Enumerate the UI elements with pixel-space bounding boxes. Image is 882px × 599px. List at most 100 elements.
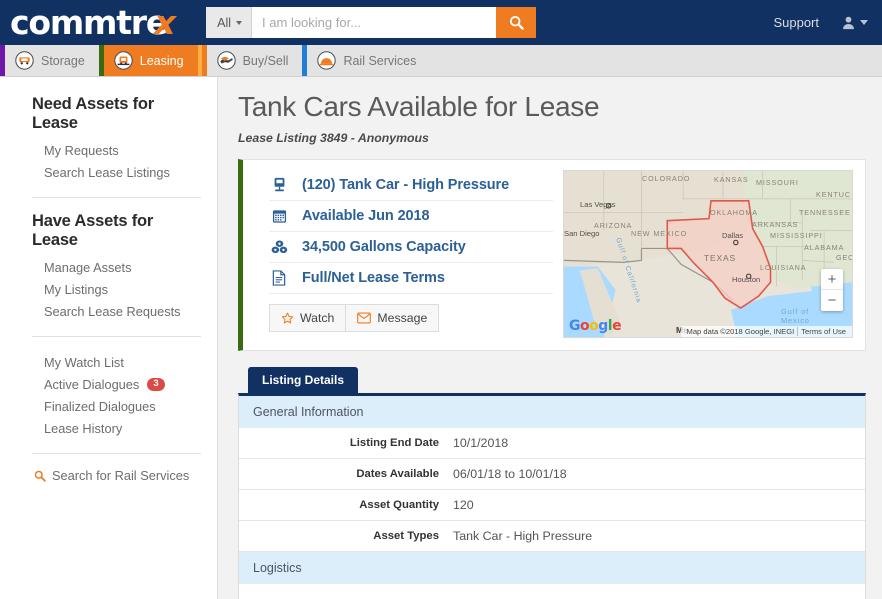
sidebar-item-search-rail-services-label: Search for Rail Services: [52, 468, 190, 483]
user-icon: [843, 16, 854, 30]
map-attribution-text: Map data ©2018 Google, INEGI: [686, 327, 795, 337]
map-water-gulf-of-mexico: Gulf of Mexico: [781, 307, 810, 326]
commtrex-logo[interactable]: commtrex: [10, 3, 180, 42]
row-label: Listing End Date: [349, 437, 439, 450]
search-category-dropdown[interactable]: All: [206, 7, 253, 38]
map-label-louisiana: LOUISIANA: [760, 263, 807, 273]
search-submit-button[interactable]: [496, 7, 537, 38]
sidebar-item-search-rail-services[interactable]: Search for Rail Services: [16, 468, 201, 483]
search-icon: [34, 470, 46, 482]
table-row: Asset Types Tank Car - High Pressure: [239, 521, 865, 553]
chevron-down-icon: [236, 20, 243, 25]
sidebar-heading-need-assets: Need Assets for Lease: [32, 95, 155, 132]
document-icon: [269, 270, 289, 286]
listing-actions: Watch Message: [269, 304, 553, 333]
google-logo: Google: [569, 318, 622, 335]
row-value: 10/1/2018: [453, 436, 509, 451]
row-label: Asset Types: [373, 530, 439, 543]
sidebar-divider-1: [32, 197, 201, 198]
row-label: Asset Quantity: [359, 499, 439, 512]
section-tab-storage-label: Storage: [41, 53, 85, 68]
feature-availability: Available Jun 2018: [269, 201, 553, 233]
support-link[interactable]: Support: [773, 15, 819, 30]
message-button[interactable]: Message: [345, 304, 440, 333]
feature-capacity: 34,500 Gallons Capacity: [269, 232, 553, 264]
search-icon: [509, 15, 524, 30]
sidebar-group-have-assets: Have Assets for Lease Manage Assets My L…: [0, 212, 217, 322]
feature-asset-type-label[interactable]: (120) Tank Car - High Pressure: [302, 177, 509, 193]
sidebar-item-active-dialogues[interactable]: Active Dialogues 3: [16, 373, 201, 395]
sidebar-item-active-dialogues-label: Active Dialogues: [44, 376, 140, 392]
watch-button[interactable]: Watch: [269, 304, 347, 333]
map-zoom-out-button[interactable]: −: [821, 290, 843, 311]
sidebar-group-activity: My Watch List Active Dialogues 3 Finaliz…: [0, 351, 217, 439]
storage-icon: [15, 51, 34, 70]
location-map[interactable]: COLORADO KANSAS MISSOURI KENTUC OKLAHOMA…: [563, 170, 853, 339]
feature-lease-terms-label[interactable]: Full/Net Lease Terms: [302, 270, 445, 286]
page-body: Need Assets for Lease My Requests Search…: [0, 77, 882, 599]
sidebar-item-manage-assets[interactable]: Manage Assets: [16, 256, 201, 278]
leasing-icon: [114, 51, 133, 70]
table-row: Dates Available 06/01/18 to 10/01/18: [239, 459, 865, 491]
sidebar-item-lease-history-label: Lease History: [44, 420, 123, 436]
section-tab-leasing-label: Leasing: [139, 53, 184, 68]
message-button-label: Message: [377, 311, 428, 326]
row-value: 06/01/18 to 10/01/18: [453, 467, 567, 482]
feature-availability-label[interactable]: Available Jun 2018: [302, 208, 430, 224]
map-attribution: Map data ©2018 Google, INEGI Terms of Use: [680, 326, 852, 338]
tab-listing-details[interactable]: Listing Details: [248, 367, 359, 394]
chevron-down-icon: [860, 20, 868, 25]
sidebar-item-finalized-dialogues[interactable]: Finalized Dialogues: [16, 395, 201, 417]
map-terms-link[interactable]: Terms of Use: [797, 327, 849, 337]
top-right-actions: Support: [773, 15, 868, 30]
row-value: 120: [453, 498, 474, 513]
map-city-las-vegas: Las Vegas: [580, 200, 616, 210]
top-navigation-bar: commtrex All Support: [0, 0, 882, 45]
railservices-icon: [317, 51, 337, 70]
section-tab-buysell-label: Buy/Sell: [242, 53, 289, 68]
search-input[interactable]: [252, 7, 497, 38]
section-tab-leasing[interactable]: Leasing: [98, 45, 202, 76]
map-label-kentucky: KENTUC: [816, 190, 851, 200]
star-icon: [281, 312, 294, 324]
sidebar-item-my-requests[interactable]: My Requests: [16, 139, 201, 161]
map-label-missouri: MISSOURI: [756, 178, 799, 188]
map-city-houston: Houston: [732, 275, 761, 285]
detail-tabstrip: Listing Details: [238, 367, 866, 394]
active-dialogues-badge: 3: [147, 377, 165, 391]
map-city-san-diego: San Diego: [564, 229, 600, 239]
barrels-icon: [269, 239, 289, 255]
global-search: All: [206, 7, 537, 38]
sidebar-item-search-lease-listings[interactable]: Search Lease Listings: [16, 161, 201, 183]
feature-capacity-label[interactable]: 34,500 Gallons Capacity: [302, 239, 466, 255]
map-label-alabama: ALABAMA: [804, 243, 845, 253]
railcar-icon: [269, 177, 289, 193]
section-header-general-information: General Information: [239, 396, 865, 429]
section-tab-storage[interactable]: Storage: [0, 45, 99, 76]
marketplace-section-tabs: Storage Leasing Buy/Sell Rail Services: [0, 45, 882, 77]
sidebar-item-my-watch-list-label: My Watch List: [44, 354, 124, 370]
map-label-colorado: COLORADO: [642, 174, 691, 184]
feature-lease-terms: Full/Net Lease Terms: [269, 263, 553, 295]
table-row: Asset Quantity 120: [239, 490, 865, 522]
logo-text: commtre: [10, 3, 168, 42]
map-city-dallas: Dallas: [722, 231, 744, 241]
map-label-arizona: ARIZONA: [594, 221, 633, 231]
section-tab-rail-services[interactable]: Rail Services: [302, 45, 430, 76]
sidebar-divider-3: [32, 453, 201, 454]
sidebar-item-lease-history[interactable]: Lease History: [16, 417, 201, 439]
sidebar-item-my-listings[interactable]: My Listings: [16, 278, 201, 300]
page-title: Tank Cars Available for Lease: [238, 91, 600, 122]
table-row: [239, 584, 865, 599]
sidebar-item-search-lease-requests[interactable]: Search Lease Requests: [16, 300, 201, 322]
user-account-menu[interactable]: [841, 15, 868, 30]
sidebar-item-my-watch-list[interactable]: My Watch List: [16, 351, 201, 373]
listing-features: (120) Tank Car - High Pressure Available…: [255, 170, 553, 338]
map-label-georgia: GEO: [836, 253, 853, 263]
map-zoom-in-button[interactable]: +: [821, 269, 843, 291]
search-category-label: All: [217, 15, 232, 30]
listing-subtitle: Lease Listing 3849 - Anonymous: [238, 131, 429, 146]
listing-summary-card: (120) Tank Car - High Pressure Available…: [238, 159, 866, 352]
section-tab-buysell[interactable]: Buy/Sell: [201, 45, 303, 76]
row-value: Tank Car - High Pressure: [453, 529, 593, 544]
